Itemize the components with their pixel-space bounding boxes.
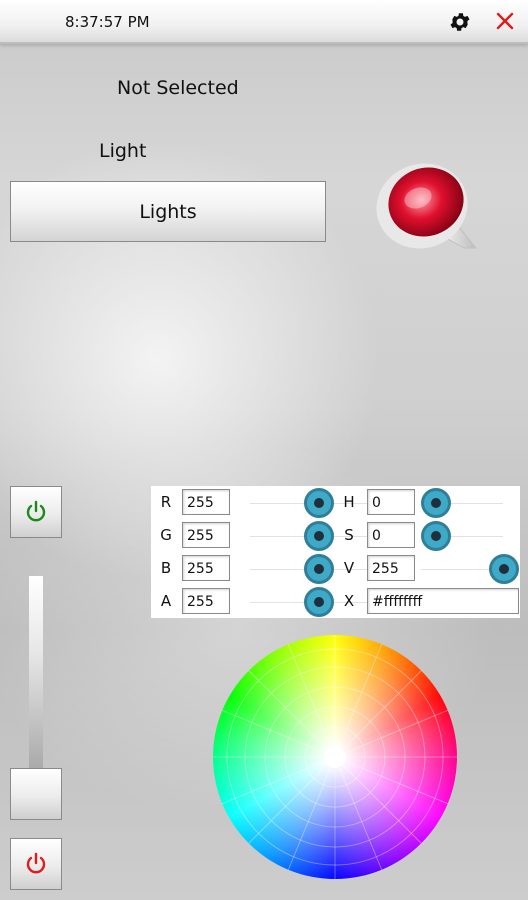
value-slider-knob[interactable] <box>489 554 519 584</box>
group-label: Light <box>99 140 147 162</box>
power-off-icon <box>26 852 46 874</box>
hex-label: X <box>343 592 355 610</box>
close-icon[interactable] <box>494 9 516 33</box>
hue-label: H <box>343 493 355 511</box>
saturation-slider-knob[interactable] <box>421 521 451 551</box>
green-input[interactable]: 255 <box>182 522 230 548</box>
gear-icon[interactable] <box>448 10 472 34</box>
saturation-label: S <box>344 526 354 544</box>
value-input[interactable]: 255 <box>367 555 415 581</box>
blue-slider-knob[interactable] <box>304 554 334 584</box>
lights-button[interactable]: Lights <box>10 181 326 242</box>
hue-input[interactable]: 0 <box>367 489 415 515</box>
color-wheel[interactable] <box>213 635 457 879</box>
red-input[interactable]: 255 <box>182 489 230 515</box>
saturation-input[interactable]: 0 <box>367 522 415 548</box>
selection-status: Not Selected <box>117 77 239 99</box>
blue-input[interactable]: 255 <box>182 555 230 581</box>
brightness-slider-track[interactable] <box>29 576 43 772</box>
blue-label: B <box>160 559 172 577</box>
green-slider-knob[interactable] <box>304 521 334 551</box>
alpha-label: A <box>160 592 172 610</box>
alpha-input[interactable]: 255 <box>182 588 230 614</box>
top-bar: 8:37:57 PM <box>0 0 528 44</box>
red-label: R <box>160 493 172 511</box>
red-slider-knob[interactable] <box>304 488 334 518</box>
hex-input[interactable]: #ffffffff <box>367 588 519 614</box>
alpha-slider-knob[interactable] <box>304 587 334 617</box>
value-label: V <box>343 559 355 577</box>
power-on-icon <box>26 500 46 522</box>
power-on-button[interactable] <box>10 486 62 538</box>
color-values-panel: R 255 G 255 B 255 A 255 H 0 S 0 V 255 X … <box>151 486 520 618</box>
green-label: G <box>160 526 172 544</box>
lamp-image <box>376 163 478 249</box>
power-off-button[interactable] <box>10 838 62 890</box>
clock: 8:37:57 PM <box>65 13 150 31</box>
brightness-slider-thumb[interactable] <box>10 768 62 820</box>
hue-slider-knob[interactable] <box>421 488 451 518</box>
